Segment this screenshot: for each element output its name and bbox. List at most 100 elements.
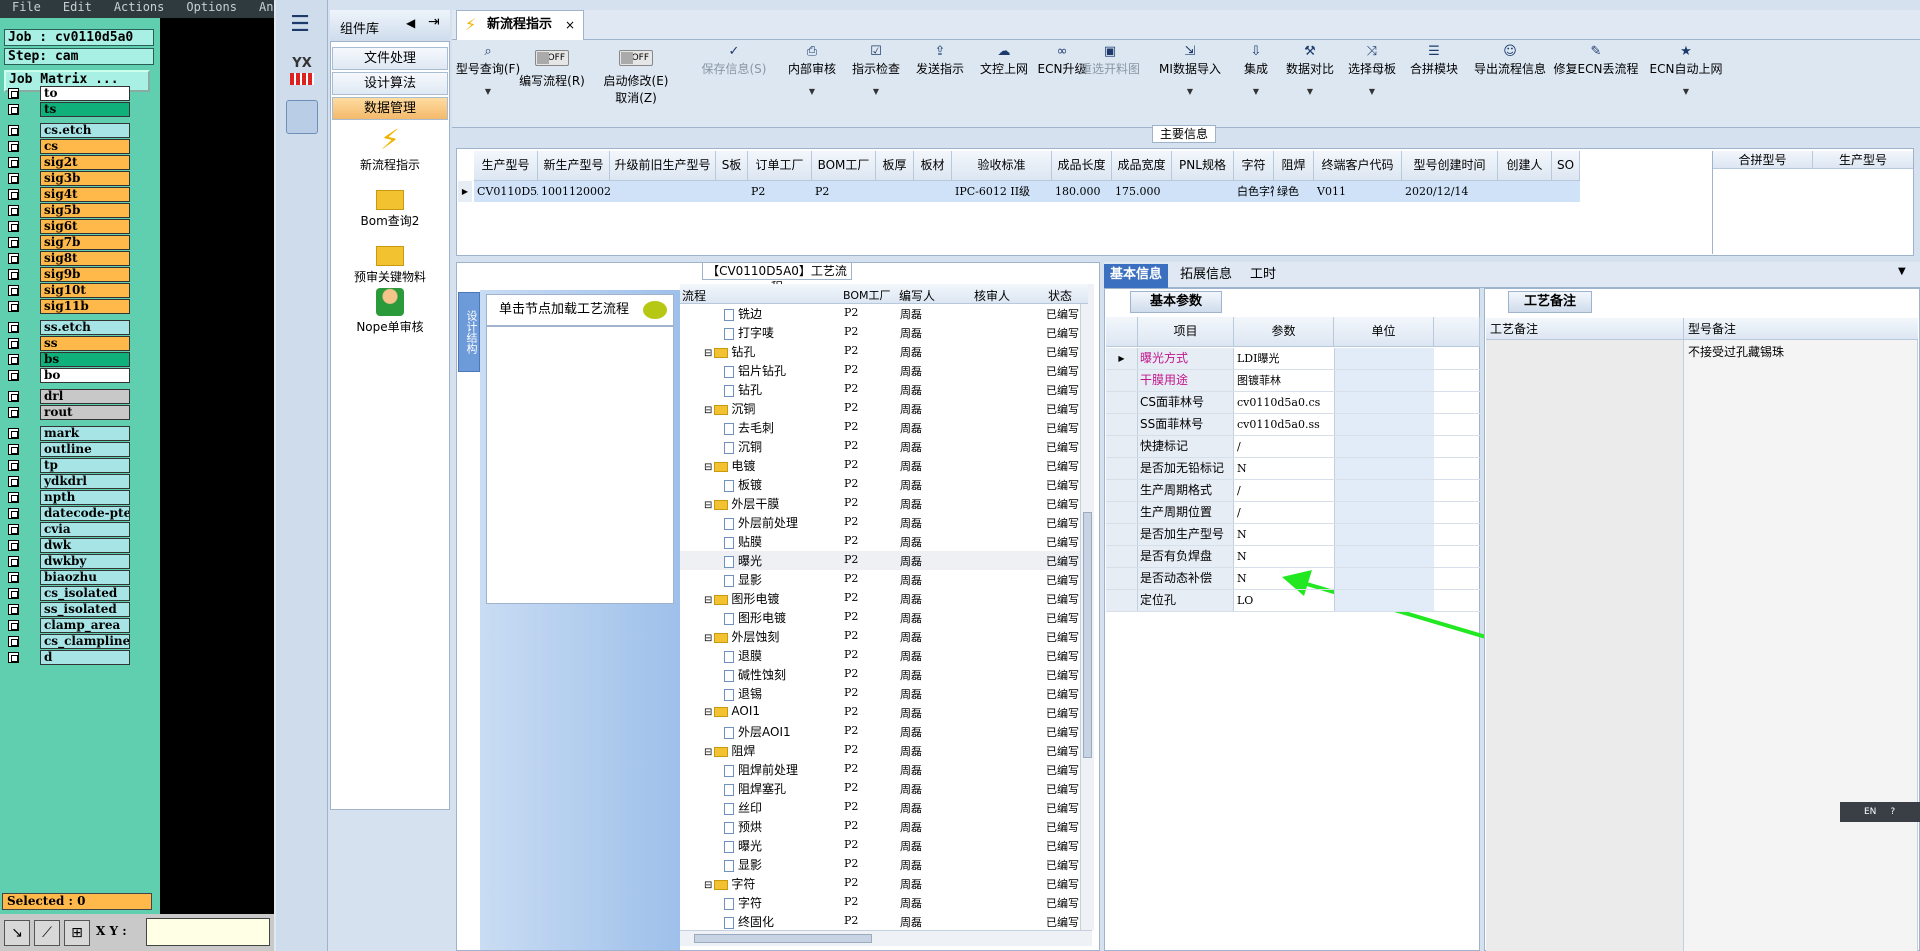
layer-checkbox[interactable] (8, 444, 19, 455)
layer-row[interactable]: cs_clampline (6, 634, 130, 649)
param-value[interactable]: / (1234, 436, 1334, 457)
tab-extended-info[interactable]: 拓展信息 (1174, 264, 1238, 288)
tree-horizontal-scrollbar[interactable] (680, 930, 1092, 946)
tree-row[interactable]: 铝片钻孔 P2 周磊 已编写 (680, 361, 1088, 380)
calculator-icon[interactable] (286, 100, 318, 134)
tree-row[interactable]: 终固化 P2 周磊 已编写 (680, 912, 1088, 930)
param-value[interactable]: N (1234, 546, 1334, 567)
tree-row[interactable]: 阻焊前处理 P2 周磊 已编写 (680, 760, 1088, 779)
main-grid-col-header[interactable]: SO (1552, 151, 1580, 181)
toolbar-search-button[interactable]: ⌕ 型号查询(F) ▼ (455, 44, 521, 96)
scroll-thumb[interactable] (694, 934, 872, 943)
tree-node[interactable]: 显影 (724, 571, 762, 588)
layer-row[interactable]: npth (6, 490, 130, 505)
tree-row[interactable]: 退膜 P2 周磊 已编写 (680, 646, 1088, 665)
toolbar-toggle-off-button[interactable]: OFF 编写流程(R) (515, 44, 589, 89)
tree-row[interactable]: ⊟ 字符 P2 周磊 已编写 (680, 874, 1088, 893)
layer-row[interactable]: ts (6, 102, 130, 117)
tree-node[interactable]: 钻孔 (724, 381, 762, 398)
main-grid-cell[interactable]: 绿色 (1274, 181, 1314, 202)
chevron-down-icon[interactable]: ▼ (1898, 266, 1906, 277)
tree-node[interactable]: 碱性蚀刻 (724, 666, 786, 683)
layer-row[interactable]: sig4t (6, 187, 130, 202)
chevron-down-icon[interactable]: ▼ (1281, 87, 1339, 96)
layer-row[interactable]: mark (6, 426, 130, 441)
layer-checkbox[interactable] (8, 125, 19, 136)
main-grid-cell[interactable] (876, 181, 914, 202)
layer-row[interactable]: sig9b (6, 267, 130, 282)
ime-toolbar[interactable]: EN? (1840, 802, 1920, 822)
chevron-down-icon[interactable]: ▼ (846, 87, 906, 96)
param-unit[interactable] (1334, 392, 1434, 413)
layer-checkbox[interactable] (8, 636, 19, 647)
param-unit[interactable] (1334, 414, 1434, 435)
layer-row[interactable]: bs (6, 352, 130, 367)
tree-node[interactable]: 外层AOI1 (724, 723, 791, 740)
scroll-thumb[interactable] (1083, 512, 1092, 758)
main-grid-cell[interactable] (914, 181, 952, 202)
layer-checkbox[interactable] (8, 338, 19, 349)
tree-row[interactable]: 钻孔 P2 周磊 已编写 (680, 380, 1088, 399)
tree-row[interactable]: 碱性蚀刻 P2 周磊 已编写 (680, 665, 1088, 684)
layer-row[interactable]: sig5b (6, 203, 130, 218)
layer-checkbox[interactable] (8, 572, 19, 583)
layer-checkbox[interactable] (8, 524, 19, 535)
tree-node[interactable]: ⊟ AOI1 (704, 704, 760, 718)
tree-row[interactable]: ⊟ 沉铜 P2 周磊 已编写 (680, 399, 1088, 418)
layer-checkbox[interactable] (8, 391, 19, 402)
main-grid-col-header[interactable]: 新生产型号 (538, 151, 610, 181)
collapse-icon[interactable]: ⊟ (704, 500, 712, 511)
param-row[interactable]: 生产周期位置 / (1106, 502, 1480, 524)
tree-row[interactable]: ⊟ 外层干膜 P2 周磊 已编写 (680, 494, 1088, 513)
layer-checkbox[interactable] (8, 269, 19, 280)
collapse-icon[interactable]: ⊟ (704, 595, 712, 606)
cam-menu-item[interactable]: Options (186, 0, 237, 14)
tree-node[interactable]: 字符 (724, 894, 762, 911)
toolbar-wrench-button[interactable]: ✎ 修复ECN丢流程 (1552, 44, 1640, 77)
main-grid-cell[interactable]: V011 (1314, 181, 1402, 202)
tree-row[interactable]: ⊟ 阻焊 P2 周磊 已编写 (680, 741, 1088, 760)
layer-checkbox[interactable] (8, 157, 19, 168)
layer-row[interactable]: sig10t (6, 283, 130, 298)
layer-row[interactable]: sig11b (6, 299, 130, 314)
layer-checkbox[interactable] (8, 407, 19, 418)
param-value[interactable]: LO (1234, 590, 1334, 611)
param-value[interactable]: cv0110d5a0.ss (1234, 414, 1334, 435)
param-row[interactable]: CS面菲林号 cv0110d5a0.cs (1106, 392, 1480, 414)
layer-checkbox[interactable] (8, 492, 19, 503)
tree-row[interactable]: 外层AOI1 P2 周磊 已编写 (680, 722, 1088, 741)
param-value[interactable]: / (1234, 502, 1334, 523)
tree-node[interactable]: ⊟ 阻焊 (704, 742, 755, 759)
tree-node[interactable]: ⊟ 电镀 (704, 457, 755, 474)
layer-row[interactable]: sig2t (6, 155, 130, 170)
tree-row[interactable]: 曝光 P2 周磊 已编写 (680, 836, 1088, 855)
param-unit[interactable] (1334, 546, 1434, 567)
cam-menu-item[interactable]: File (12, 0, 41, 14)
tree-row[interactable]: 贴膜 P2 周磊 已编写 (680, 532, 1088, 551)
param-unit[interactable] (1334, 480, 1434, 501)
main-grid-cell[interactable]: 180.000 (1052, 181, 1112, 202)
tree-node[interactable]: 阻焊前处理 (724, 761, 798, 778)
tree-node[interactable]: ⊟ 外层干膜 (704, 495, 779, 512)
layer-row[interactable]: ss.etch (6, 320, 130, 335)
toolbar-smile-button[interactable]: ☺ 导出流程信息 (1469, 44, 1551, 77)
tree-row[interactable]: 预烘 P2 周磊 已编写 (680, 817, 1088, 836)
param-value[interactable]: LDI曝光 (1234, 348, 1334, 369)
layer-checkbox[interactable] (8, 476, 19, 487)
chevron-down-icon[interactable]: ▼ (782, 87, 842, 96)
param-row[interactable]: ▶ 曝光方式 LDI曝光 (1106, 348, 1480, 370)
tree-row[interactable]: 图形电镀 P2 周磊 已编写 (680, 608, 1088, 627)
layer-checkbox[interactable] (8, 88, 19, 99)
tree-node[interactable]: 打字唛 (724, 324, 774, 341)
main-grid-cell[interactable] (1552, 181, 1580, 202)
yx-logo[interactable]: YX (284, 56, 320, 90)
collapse-icon[interactable]: ⊟ (704, 405, 712, 416)
bom-query-item[interactable]: Bom查询2 (331, 184, 449, 229)
tree-node[interactable]: 图形电镀 (724, 609, 786, 626)
tree-node[interactable]: 铣边 (724, 305, 762, 322)
tree-row[interactable]: ⊟ 钻孔 P2 周磊 已编写 (680, 342, 1088, 361)
layer-row[interactable]: ydkdrl (6, 474, 130, 489)
tree-node[interactable]: ⊟ 图形电镀 (704, 590, 779, 607)
collapse-icon[interactable]: ⊟ (704, 348, 712, 359)
layer-checkbox[interactable] (8, 221, 19, 232)
